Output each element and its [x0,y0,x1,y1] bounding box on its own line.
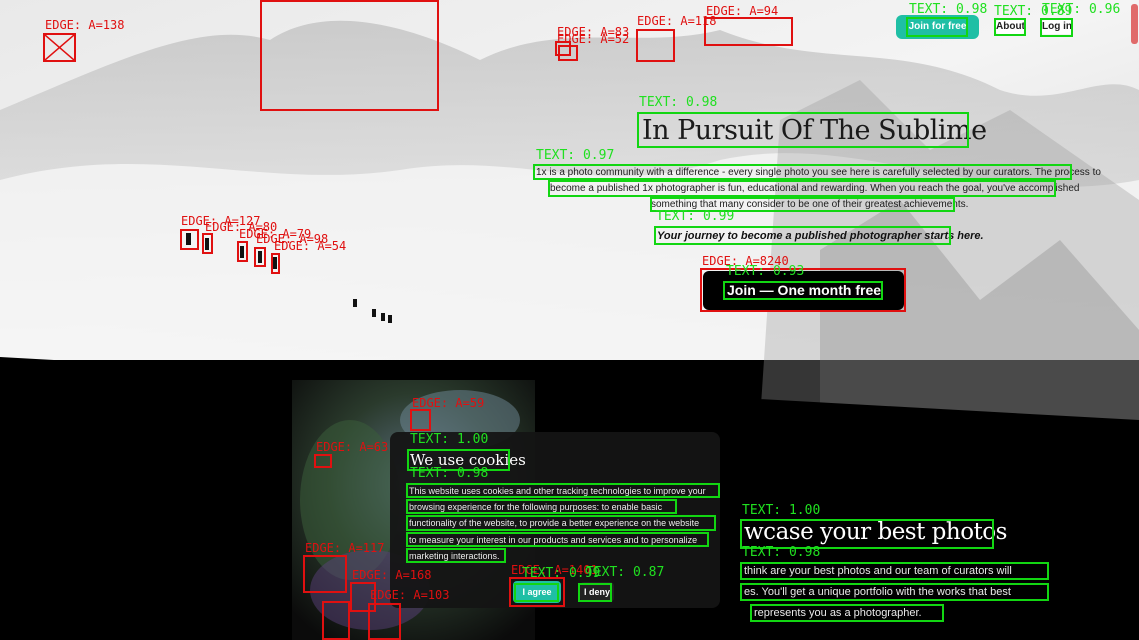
text-box [1040,18,1073,37]
edge-label: EDGE: A=54 [274,239,347,253]
edge-box [303,555,347,593]
edge-box [558,45,578,61]
edge-box [314,454,332,468]
edge-box [410,409,431,431]
text-label: TEXT: 0.99 [656,209,735,224]
text-box [994,18,1026,36]
edge-box [254,247,266,267]
broken-image-box [43,33,76,62]
text-box [514,583,559,602]
edge-label: EDGE: A=52 [557,32,630,46]
text-label: TEXT: 1.00 [742,503,821,518]
edge-label: EDGE: A=103 [370,588,450,602]
edge-box [322,601,350,640]
text-box [740,562,1049,580]
text-label: TEXT: 0.93 [726,264,805,279]
text-label: TEXT: 0.98 [742,545,821,560]
text-box [578,583,612,602]
text-box [740,583,1049,601]
text-box [406,515,716,531]
edge-label: EDGE: A=117 [305,541,385,555]
edge-label: EDGE: A=168 [352,568,432,582]
text-box [750,604,944,622]
edge-box [704,17,793,46]
edge-box [202,233,213,254]
text-label: TEXT: 0.96 [1042,2,1121,17]
text-label: TEXT: 0.87 [586,565,665,580]
edge-box [237,241,248,262]
text-label: TEXT: 0.97 [536,148,615,163]
edge-box [260,0,439,111]
text-label: TEXT: 0.98 [639,95,718,110]
text-box [654,226,951,245]
text-box [406,499,677,514]
text-box [548,180,1056,197]
edge-label: EDGE: A=59 [412,396,485,410]
text-box [533,164,1072,180]
text-box [406,532,709,547]
edge-label: EDGE: A=138 [45,18,125,32]
text-box [723,281,883,300]
text-label: TEXT: 0.98 [410,466,489,481]
page-scrollbar[interactable] [1131,4,1138,44]
text-box [637,112,969,148]
edge-box [271,253,280,274]
edge-label: EDGE: A=94 [706,4,779,18]
broken-image-icon [45,35,74,60]
edge-box [368,603,401,640]
text-label: TEXT: 1.00 [410,432,489,447]
edge-box [636,29,675,62]
text-box [406,548,506,563]
text-box [906,17,968,37]
text-label: TEXT: 0.98 [909,2,988,17]
edge-label: EDGE: A=63 [316,440,389,454]
text-box [406,483,720,498]
edge-box [180,229,199,250]
